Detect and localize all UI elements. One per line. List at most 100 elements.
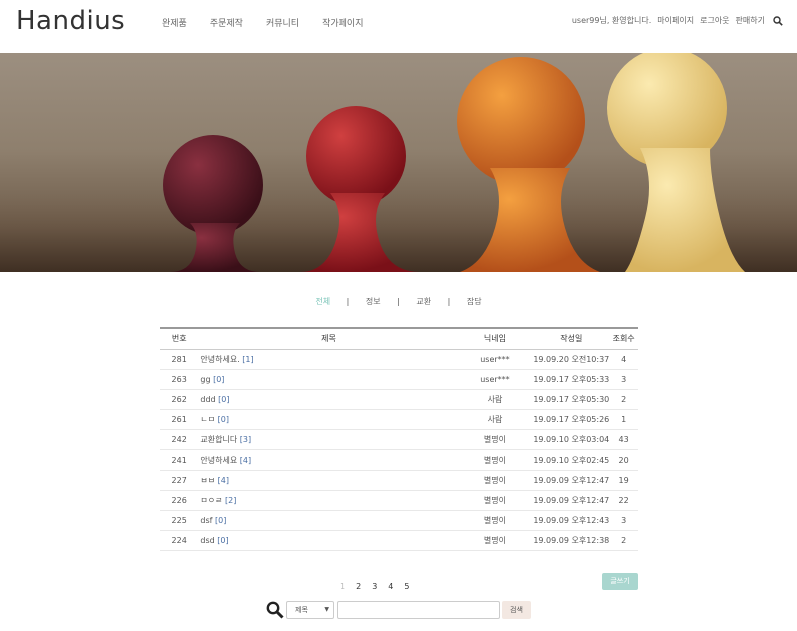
table-row[interactable]: 262 ddd [0] 사람 19.09.17 오후05:30 2 bbox=[160, 389, 638, 411]
mypage-link[interactable]: 마이페이지 bbox=[657, 15, 694, 26]
search-field-select[interactable]: 제목 ▼ bbox=[286, 601, 334, 619]
page-1[interactable]: 1 bbox=[340, 582, 345, 591]
post-table: 번호 제목 닉네임 작성일 조회수 281 안녕하세요. [1] user***… bbox=[160, 327, 638, 552]
post-date: 19.09.20 오전10:37 bbox=[533, 349, 610, 370]
category-tabs: 전체 | 정보 | 교환 | 잡담 bbox=[0, 296, 797, 307]
table-row[interactable]: 263 gg [0] user*** 19.09.17 오후05:33 3 bbox=[160, 369, 638, 390]
post-title-cell[interactable]: 교환합니다 [3] bbox=[198, 429, 457, 451]
post-views: 1 bbox=[609, 409, 638, 431]
post-title[interactable]: 안녕하세요 bbox=[200, 456, 237, 465]
logout-link[interactable]: 로그아웃 bbox=[700, 15, 729, 26]
post-title[interactable]: ㄴㅁ bbox=[200, 415, 215, 424]
site-logo[interactable]: Handius bbox=[16, 6, 125, 36]
post-nickname: 사람 bbox=[456, 409, 534, 431]
chevron-down-icon: ▼ bbox=[324, 606, 329, 613]
board-search: 제목 ▼ 검색 bbox=[266, 601, 531, 619]
table-row[interactable]: 226 ㅁㅇㄹ [2] 별명이 19.09.09 오후12:47 22 bbox=[160, 490, 638, 512]
post-title[interactable]: ㅂㅂ bbox=[200, 476, 215, 485]
main-nav: 완제품 주문제작 커뮤니티 작가페이지 bbox=[162, 16, 387, 29]
post-date: 19.09.17 오후05:30 bbox=[533, 389, 610, 411]
post-nickname: 별명이 bbox=[456, 449, 534, 471]
post-title-cell[interactable]: dsf [0] bbox=[198, 510, 457, 532]
write-button[interactable]: 글쓰기 bbox=[602, 573, 638, 590]
post-title[interactable]: ddd bbox=[200, 395, 215, 404]
page-4[interactable]: 4 bbox=[388, 582, 393, 591]
post-title-cell[interactable]: dsd [0] bbox=[198, 530, 457, 552]
table-row[interactable]: 242 교환합니다 [3] 별명이 19.09.10 오후03:04 43 bbox=[160, 429, 638, 451]
post-nickname: 별명이 bbox=[456, 470, 534, 491]
comment-count: [0] bbox=[217, 536, 229, 546]
table-row[interactable]: 225 dsf [0] 별명이 19.09.09 오후12:43 3 bbox=[160, 510, 638, 532]
post-views: 19 bbox=[609, 470, 638, 491]
tab-chat[interactable]: 잡담 bbox=[467, 297, 482, 306]
post-nickname: 별명이 bbox=[456, 490, 534, 512]
nav-item-artist-page[interactable]: 작가페이지 bbox=[322, 16, 363, 29]
search-input[interactable] bbox=[337, 601, 500, 619]
post-nickname: user*** bbox=[456, 349, 534, 370]
sell-link[interactable]: 판매하기 bbox=[736, 15, 765, 26]
post-title[interactable]: 교환합니다 bbox=[200, 435, 237, 444]
post-date: 19.09.09 오후12:43 bbox=[533, 510, 610, 532]
post-title[interactable]: dsd bbox=[200, 536, 214, 545]
game-pieces-image bbox=[0, 53, 797, 272]
tab-exchange[interactable]: 교환 bbox=[416, 297, 431, 306]
tab-all[interactable]: 전체 bbox=[315, 297, 330, 306]
table-header-row: 번호 제목 닉네임 작성일 조회수 bbox=[160, 327, 638, 350]
user-nav: user99님, 환영합니다. 마이페이지 로그아웃 판매하기 bbox=[566, 15, 783, 26]
header-date: 작성일 bbox=[533, 327, 610, 350]
greeting-text: user99님, 환영합니다. bbox=[571, 16, 652, 25]
post-views: 2 bbox=[609, 389, 638, 411]
page-5[interactable]: 5 bbox=[404, 582, 409, 591]
post-number: 226 bbox=[160, 490, 199, 512]
nav-item-products[interactable]: 완제품 bbox=[162, 16, 187, 29]
comment-count: [3] bbox=[239, 435, 252, 445]
page-3[interactable]: 3 bbox=[372, 582, 377, 591]
post-number: 224 bbox=[160, 530, 199, 552]
table-row[interactable]: 241 안녕하세요 [4] 별명이 19.09.10 오후02:45 20 bbox=[160, 449, 638, 471]
table-row[interactable]: 227 ㅂㅂ [4] 별명이 19.09.09 오후12:47 19 bbox=[160, 470, 638, 491]
post-title-cell[interactable]: ddd [0] bbox=[198, 389, 457, 411]
post-title-cell[interactable]: 안녕하세요 [4] bbox=[198, 449, 457, 471]
divider: | bbox=[346, 297, 350, 306]
post-title[interactable]: dsf bbox=[200, 516, 212, 525]
comment-count: [0] bbox=[217, 415, 230, 425]
post-number: 262 bbox=[160, 389, 199, 411]
table-row[interactable]: 224 dsd [0] 별명이 19.09.09 오후12:38 2 bbox=[160, 530, 638, 552]
post-date: 19.09.09 오후12:47 bbox=[533, 470, 610, 491]
page-2[interactable]: 2 bbox=[356, 582, 361, 591]
nav-item-custom-order[interactable]: 주문제작 bbox=[210, 16, 243, 29]
table-row[interactable]: 261 ㄴㅁ [0] 사람 19.09.17 오후05:26 1 bbox=[160, 409, 638, 431]
post-nickname: 사람 bbox=[456, 389, 534, 411]
post-title[interactable]: ㅁㅇㄹ bbox=[200, 496, 222, 505]
post-date: 19.09.09 오후12:38 bbox=[533, 530, 610, 552]
post-nickname: 별명이 bbox=[456, 530, 534, 552]
post-title-cell[interactable]: ㄴㅁ [0] bbox=[198, 409, 457, 431]
post-title[interactable]: 안녕하세요. bbox=[200, 355, 239, 364]
post-nickname: user*** bbox=[456, 369, 534, 390]
post-views: 4 bbox=[609, 349, 638, 370]
header-nickname: 닉네임 bbox=[456, 327, 534, 350]
post-number: 261 bbox=[160, 409, 199, 431]
post-nickname: 별명이 bbox=[456, 510, 534, 532]
comment-count: [4] bbox=[217, 475, 230, 485]
search-field-value: 제목 bbox=[295, 606, 308, 614]
post-title-cell[interactable]: ㅁㅇㄹ [2] bbox=[198, 490, 457, 512]
header-views: 조회수 bbox=[609, 327, 638, 350]
post-title-cell[interactable]: ㅂㅂ [4] bbox=[198, 470, 457, 491]
search-button[interactable]: 검색 bbox=[502, 601, 531, 619]
comment-count: [0] bbox=[215, 516, 227, 526]
post-date: 19.09.17 오후05:33 bbox=[533, 369, 610, 390]
comment-count: [4] bbox=[239, 455, 252, 465]
post-title-cell[interactable]: gg [0] bbox=[198, 369, 457, 390]
search-icon[interactable] bbox=[773, 15, 783, 26]
post-views: 22 bbox=[609, 490, 638, 512]
post-date: 19.09.10 오후02:45 bbox=[533, 449, 610, 471]
post-date: 19.09.10 오후03:04 bbox=[533, 429, 610, 451]
nav-item-community[interactable]: 커뮤니티 bbox=[266, 16, 299, 29]
tab-info[interactable]: 정보 bbox=[366, 297, 381, 306]
comment-count: [2] bbox=[225, 495, 237, 505]
table-row[interactable]: 281 안녕하세요. [1] user*** 19.09.20 오전10:37 … bbox=[160, 349, 638, 370]
post-views: 3 bbox=[609, 369, 638, 390]
post-title-cell[interactable]: 안녕하세요. [1] bbox=[198, 349, 457, 370]
post-title[interactable]: gg bbox=[200, 375, 210, 384]
